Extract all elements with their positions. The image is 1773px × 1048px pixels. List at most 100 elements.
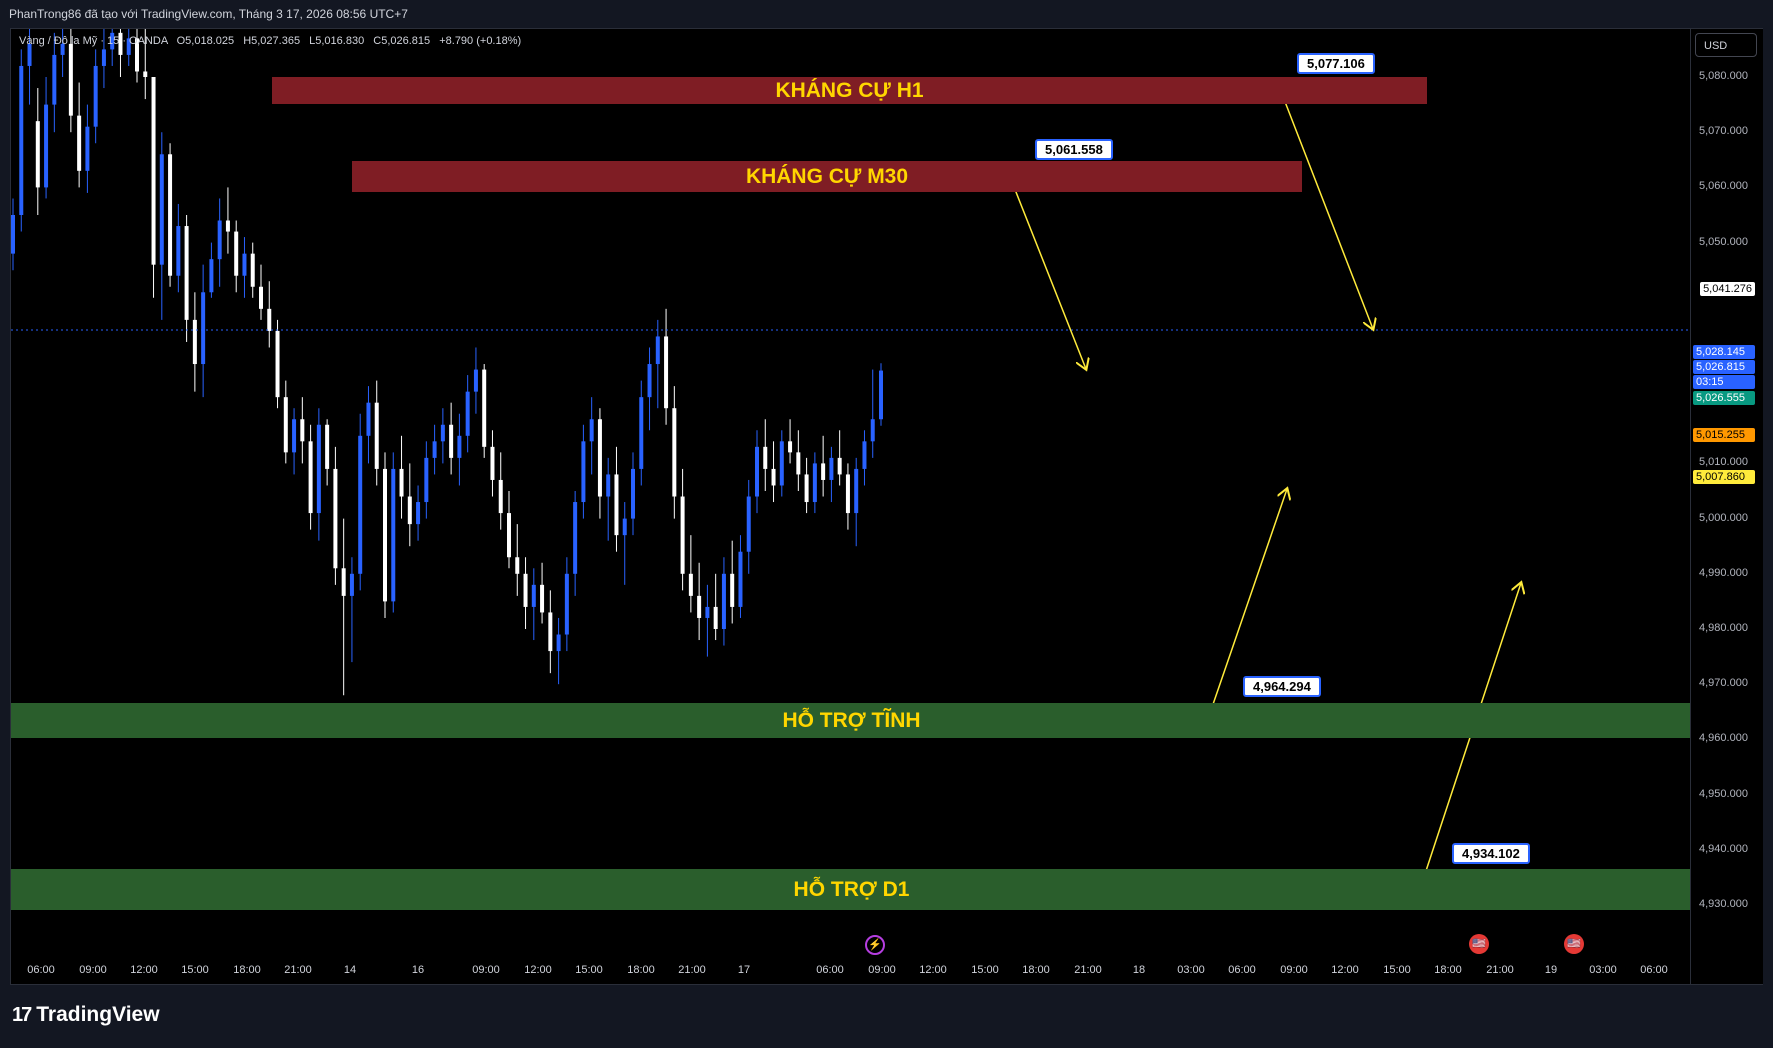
symbol-legend[interactable]: Vàng / Đô la Mỹ · 15 · OANDA O5,018.025 … [19, 35, 521, 47]
candle-body [713, 606, 718, 629]
candle-body [647, 364, 652, 398]
candle-body [779, 441, 784, 486]
zone-support-d1[interactable]: HỖ TRỢ D1 [11, 869, 1690, 910]
price-note-h1[interactable]: 5,077.106 [1297, 53, 1375, 74]
time-tick: 21:00 [1486, 964, 1514, 976]
trend-arrow[interactable] [1013, 186, 1086, 369]
chart-header: PhanTrong86 đã tạo với TradingView.com, … [0, 0, 1773, 28]
zone-support-static[interactable]: HỖ TRỢ TĨNH [11, 703, 1690, 738]
candle-body [275, 330, 280, 398]
time-tick: 18:00 [1434, 964, 1462, 976]
price-scale[interactable]: 5,080.000 5,070.000 5,060.000 5,050.000 5,01… [1691, 28, 1763, 985]
candle-body [548, 612, 553, 652]
candle-body [879, 370, 883, 420]
time-tick: 18:00 [627, 964, 655, 976]
candle-body [440, 424, 445, 442]
candle-body [589, 419, 594, 442]
legend-high: H5,027.365 [243, 35, 301, 47]
symbol-name[interactable]: Vàng / Đô la Mỹ · 15 · OANDA [19, 35, 168, 47]
candle-body [688, 573, 693, 596]
candle-body [862, 441, 867, 469]
time-tick: 09:00 [79, 964, 107, 976]
candle-body [771, 468, 776, 486]
candle-body [424, 457, 429, 503]
candle-body [209, 259, 214, 293]
candle-body [85, 126, 90, 171]
candle-body [68, 43, 73, 116]
candle-body [391, 468, 396, 602]
price-label-high: 5,028.145 [1693, 345, 1755, 359]
chart-area[interactable]: Vàng / Đô la Mỹ · 15 · OANDA O5,018.025 … [10, 28, 1691, 985]
price-note-static[interactable]: 4,964.294 [1243, 676, 1321, 697]
candle-body [93, 65, 98, 127]
time-tick: 06:00 [1228, 964, 1256, 976]
candle-body [465, 391, 470, 436]
candle-body [796, 452, 801, 475]
brand-name: TradingView [36, 1003, 160, 1026]
us-flag-icon[interactable]: 🇺🇸 [1564, 934, 1584, 954]
price-note-d1[interactable]: 4,934.102 [1452, 843, 1530, 864]
zone-label: HỖ TRỢ D1 [793, 877, 910, 901]
time-tick: 03:00 [1589, 964, 1617, 976]
candle-body [201, 292, 206, 365]
zone-resistance-h1[interactable]: KHÁNG CỰ H1 [272, 77, 1427, 104]
candle-body [697, 595, 702, 618]
candle-body [52, 54, 57, 105]
us-flag-icon[interactable]: 🇺🇸 [1469, 934, 1489, 954]
candle-body [168, 154, 173, 276]
price-tick: 4,940.000 [1699, 842, 1748, 855]
time-axis[interactable]: 06:00 09:00 12:00 15:00 18:00 21:00 14 16 09:00 1… [11, 964, 1690, 984]
flash-icon[interactable]: ⚡ [865, 935, 885, 955]
time-tick: 14 [343, 964, 357, 976]
candle-body [383, 468, 387, 602]
candle-body [184, 226, 189, 320]
candle-body [845, 474, 850, 514]
candle-body [366, 402, 371, 436]
candle-body [333, 468, 338, 569]
candle-body [614, 474, 619, 536]
legend-change: +8.790 (+0.18%) [439, 35, 522, 47]
candle-body [523, 573, 528, 607]
candle-body [639, 397, 644, 469]
time-tick: 16 [411, 964, 425, 976]
candle-body [870, 419, 875, 442]
time-tick: 18:00 [1022, 964, 1050, 976]
candle-body [44, 104, 49, 188]
candle-body [283, 397, 288, 453]
time-tick: 06:00 [816, 964, 844, 976]
price-note-m30[interactable]: 5,061.558 [1035, 139, 1113, 160]
price-tick: 4,990.000 [1699, 566, 1748, 579]
candle-body [664, 336, 669, 409]
candle-body [259, 286, 263, 309]
candle-body [432, 441, 437, 458]
candle-body [217, 220, 222, 260]
time-tick: 21:00 [1074, 964, 1102, 976]
candle-body [655, 336, 660, 365]
time-tick: 12:00 [1331, 964, 1359, 976]
candle-body [482, 369, 487, 447]
candle-body [515, 557, 520, 574]
candle-body [738, 551, 743, 607]
time-tick: 18:00 [233, 964, 261, 976]
time-tick: 15:00 [181, 964, 209, 976]
tradingview-logo[interactable]: 17 TradingView [12, 1003, 160, 1027]
price-label-orange: 5,015.255 [1693, 428, 1755, 442]
trend-arrow[interactable] [1281, 93, 1373, 329]
price-tick: 5,000.000 [1699, 511, 1748, 524]
candle-body [788, 441, 793, 453]
countdown-label: 03:15 [1693, 375, 1755, 389]
candle-body [821, 463, 826, 480]
time-tick: 21:00 [678, 964, 706, 976]
footer: 17 TradingView [0, 985, 1773, 1048]
candle-body [507, 513, 511, 558]
candle-body [151, 77, 156, 265]
time-tick: 12:00 [919, 964, 947, 976]
currency-button[interactable]: USD [1695, 33, 1757, 57]
zone-resistance-m30[interactable]: KHÁNG CỰ M30 [352, 161, 1302, 192]
candle-body [672, 408, 677, 497]
price-label-last: 5,026.815 [1693, 360, 1755, 374]
time-tick: 15:00 [971, 964, 999, 976]
candle-body [763, 446, 768, 469]
legend-low: L5,016.830 [309, 35, 365, 47]
candle-body [143, 71, 148, 77]
